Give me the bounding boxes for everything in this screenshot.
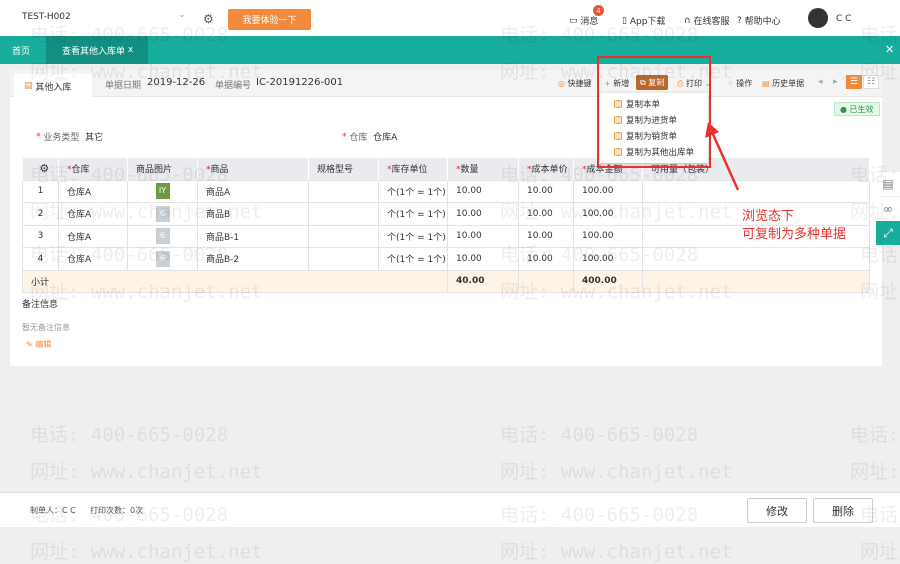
- print-count: 打印次数：0次: [90, 506, 144, 515]
- link-side-icon[interactable]: ∞: [876, 197, 900, 221]
- edit-button[interactable]: 修改: [747, 498, 807, 523]
- watermark-text: 网址: www.chanjet.net: [860, 541, 900, 563]
- annotation-arrow: [705, 122, 740, 191]
- delete-button[interactable]: 删除: [813, 498, 873, 523]
- expand-side-icon[interactable]: ⤢: [876, 221, 900, 245]
- watermark-text: 网址: www.chanjet.net: [30, 541, 263, 563]
- annotation-line2: 可复制为多种单据: [742, 227, 847, 242]
- annotation-line1: 浏览态下: [742, 209, 795, 224]
- notes-side-icon[interactable]: ▤: [876, 172, 900, 196]
- maker: 制单人：C C: [30, 506, 76, 515]
- watermark-text: 网址: www.chanjet.net: [500, 541, 733, 563]
